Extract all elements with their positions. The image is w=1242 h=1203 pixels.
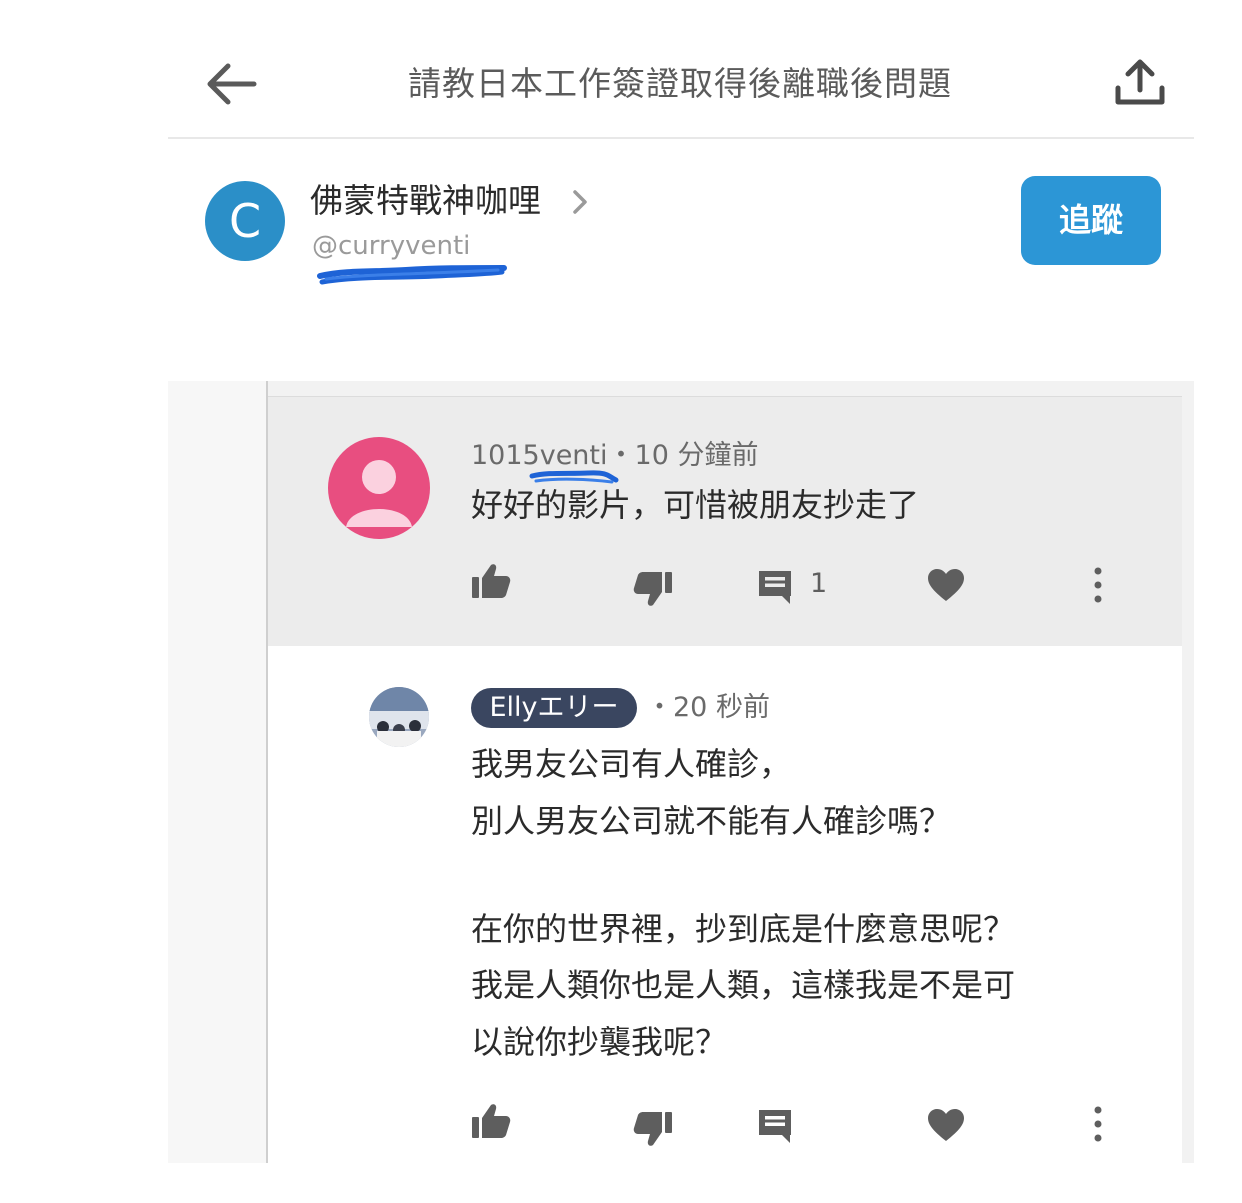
comment-icon (759, 571, 791, 604)
reply-text-line: 別人男友公司就不能有人確診嗎？ (471, 802, 952, 840)
reply-dislike-button[interactable] (632, 1110, 674, 1148)
panel-gutter (168, 381, 266, 1163)
comment-icon (759, 1110, 791, 1143)
thumbs-up-icon (472, 1104, 511, 1138)
more-vert-icon (1094, 567, 1102, 603)
chevron-right-icon[interactable] (568, 186, 592, 218)
comment-time: 10 分鐘前 (634, 440, 759, 471)
page-title: 請教日本工作簽證取得後離職後問題 (408, 64, 952, 103)
reply-like-button[interactable] (470, 1102, 512, 1140)
author-avatar[interactable]: C (205, 181, 285, 261)
more-vert-icon (1094, 1106, 1102, 1142)
follow-button[interactable]: 追蹤 (1021, 176, 1161, 265)
header-divider (168, 137, 1194, 139)
more-options-button[interactable] (1090, 566, 1106, 604)
reply-reply-button[interactable] (756, 1107, 794, 1145)
default-user-avatar-icon[interactable] (328, 437, 430, 539)
author-name[interactable]: 佛蒙特戰神咖哩 (310, 178, 541, 224)
heart-button[interactable] (927, 568, 965, 602)
back-button[interactable] (196, 56, 266, 112)
reply-text-line: 我男友公司有人確診， (471, 745, 792, 783)
reply-button[interactable] (756, 568, 794, 606)
author-handle: @curryventi (312, 231, 471, 261)
handle-redaction-scribble (316, 262, 508, 288)
share-upload-icon (1115, 59, 1165, 105)
like-button[interactable] (470, 562, 512, 600)
share-button[interactable] (1110, 56, 1170, 112)
heart-icon (928, 1109, 964, 1141)
reply-text-line: 以說你抄襲我呢？ (471, 1023, 728, 1061)
heart-icon (928, 569, 964, 601)
thumbs-down-icon (633, 572, 672, 606)
back-arrow-icon (207, 63, 257, 105)
reply-username-badge[interactable]: Ellyエリー (471, 688, 637, 728)
reply-count: 1 (810, 568, 828, 599)
reply-heart-button[interactable] (927, 1108, 965, 1142)
reply-text-line: 我是人類你也是人類，這樣我是不是可 (471, 966, 1016, 1004)
reply-time: ・20 秒前 (646, 692, 770, 723)
comment-text: 好好的影片，可惜被朋友抄走了 (471, 486, 920, 524)
dislike-button[interactable] (632, 570, 674, 608)
reply-user-avatar[interactable] (369, 687, 429, 747)
thumbs-up-icon (472, 564, 511, 598)
thumbs-down-icon (633, 1112, 672, 1146)
reply-text-line: 在你的世界裡，抄到底是什麼意思呢？ (471, 910, 1016, 948)
reply-more-options-button[interactable] (1090, 1105, 1106, 1143)
